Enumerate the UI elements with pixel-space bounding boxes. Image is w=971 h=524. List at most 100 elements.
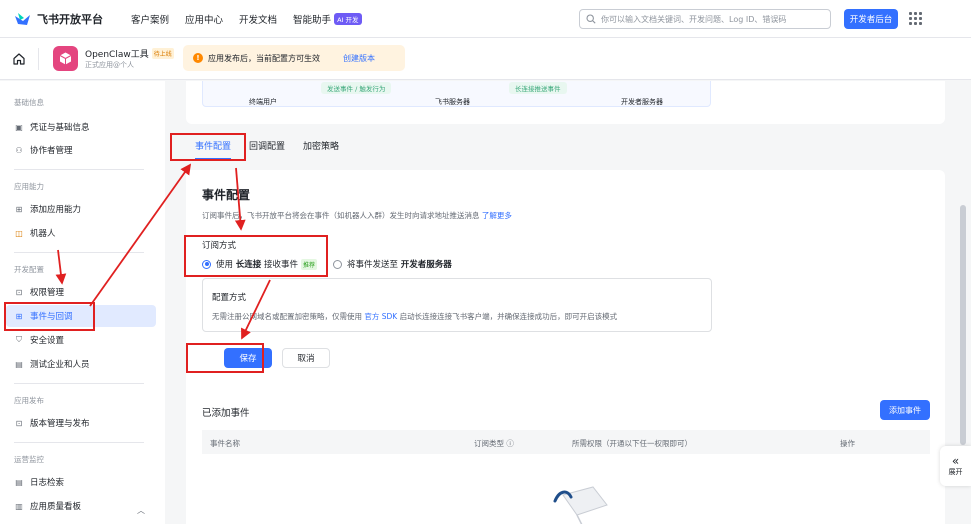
cancel-button[interactable]: 取消 xyxy=(282,348,330,368)
tab-event-config[interactable]: 事件配置 xyxy=(186,138,240,160)
tab-callback-config[interactable]: 回调配置 xyxy=(240,138,294,160)
app-bar: OpenClaw工具 待上线 正式应用@个人 ! 应用发布后，当前配置方可生效 … xyxy=(0,38,971,80)
sidebar-item-label: 添加应用能力 xyxy=(30,205,82,215)
search-input[interactable] xyxy=(601,14,821,24)
card-icon: ▣ xyxy=(15,122,23,132)
add-event-button[interactable]: 添加事件 xyxy=(880,400,930,420)
app-grid-icon[interactable] xyxy=(909,12,922,25)
create-version-link[interactable]: 创建版本 xyxy=(343,53,375,64)
events-table-header: 事件名称 订阅类型 ⓘ 所需权限（开通以下任一权限即可） 操作 xyxy=(202,430,930,454)
config-mode-title: 配置方式 xyxy=(212,293,247,303)
sidebar-group-basic: 基础信息 xyxy=(14,98,44,107)
sidebar-item-label: 事件与回调 xyxy=(30,312,73,322)
radio-dev-server[interactable] xyxy=(332,259,342,269)
sidebar-item-quality-dashboard[interactable]: ▥ 应用质量看板 xyxy=(6,495,156,517)
divider xyxy=(14,383,144,384)
robot-icon: ◫ xyxy=(15,228,23,238)
double-chevron-left-icon: « xyxy=(951,454,960,468)
option-text: 将事件发送至 xyxy=(346,260,398,270)
home-icon[interactable] xyxy=(12,52,26,66)
sidebar-item-events-callbacks[interactable]: ⊞ 事件与回调 xyxy=(6,305,156,327)
sidebar-group-dev-config: 开发配置 xyxy=(14,265,44,274)
diagram-label-end-user: 终端用户 xyxy=(249,98,277,106)
sidebar-item-security[interactable]: ⛉ 安全设置 xyxy=(6,329,156,351)
nav-smart-assistant-label: 智能助手 xyxy=(293,15,332,26)
diagram-flow-1: 发送事件 / 触发行为 xyxy=(321,82,392,94)
divider xyxy=(14,442,144,443)
sidebar-item-collaborators[interactable]: ⚇ 协作者管理 xyxy=(6,139,156,161)
divider xyxy=(14,252,144,253)
lock-icon: ⊡ xyxy=(15,287,23,297)
nav-dev-docs[interactable]: 开发文档 xyxy=(239,12,277,26)
subscription-mode-options: 使用 长连接 接收事件 推荐 将事件发送至 开发者服务器 xyxy=(202,258,452,270)
diagram-label-dev-server: 开发者服务器 xyxy=(621,98,663,106)
sidebar-item-bot[interactable]: ◫ 机器人 xyxy=(6,222,156,244)
option-text: 接收事件 xyxy=(263,260,298,270)
divider xyxy=(38,48,39,70)
expand-panel-button[interactable]: « 展开 xyxy=(940,446,971,486)
warning-icon: ! xyxy=(193,53,203,63)
feishu-logo-icon xyxy=(15,12,30,25)
tab-encryption[interactable]: 加密策略 xyxy=(294,138,348,160)
radio-long-connection[interactable] xyxy=(202,259,211,269)
learn-more-link[interactable]: 了解更多 xyxy=(482,211,512,220)
sidebar-item-logs[interactable]: ▤ 日志检索 xyxy=(6,471,156,493)
top-nav: 客户案例 应用中心 开发文档 智能助手 AI 开发 xyxy=(131,12,362,26)
chevron-up-icon[interactable]: ︿ xyxy=(137,505,145,516)
nav-customer-cases[interactable]: 客户案例 xyxy=(131,12,169,26)
notice-text: 应用发布后，当前配置方可生效 xyxy=(208,53,320,63)
empty-state-illustration-icon xyxy=(553,486,608,524)
app-name[interactable]: OpenClaw工具 待上线 xyxy=(85,47,174,60)
sidebar-item-test-users[interactable]: ▤ 测试企业和人员 xyxy=(6,353,156,375)
main-content: 终端用户 发送事件 / 触发行为 飞书服务器 长连接推送事件 开发者服务器 事件… xyxy=(165,81,971,524)
brand-name: 飞书开放平台 xyxy=(37,13,103,26)
diagram-flow-2: 长连接推送事件 xyxy=(509,82,567,94)
sidebar-item-label: 协作者管理 xyxy=(30,146,73,156)
sidebar-item-add-capability[interactable]: ⊞ 添加应用能力 xyxy=(6,198,156,220)
box-icon xyxy=(59,52,72,65)
scrollbar[interactable] xyxy=(960,205,966,445)
sidebar-item-label: 应用质量看板 xyxy=(30,502,82,512)
app-name-text: OpenClaw工具 xyxy=(85,50,149,60)
sidebar-item-label: 测试企业和人员 xyxy=(30,360,90,370)
sidebar-item-label: 安全设置 xyxy=(30,336,65,346)
expand-label: 展开 xyxy=(948,468,963,476)
event-config-card: 事件配置 订阅事件后，飞书开放平台将会在事件（如机器人入群）发生时向请求地址推送… xyxy=(186,170,945,524)
user-icon: ⚇ xyxy=(15,145,23,155)
diagram-label-feishu-server: 飞书服务器 xyxy=(435,98,470,106)
official-sdk-link[interactable]: 官方 SDK xyxy=(364,312,397,321)
brand-logo[interactable]: 飞书开放平台 xyxy=(14,11,103,27)
option-text-bold: 长连接 xyxy=(235,260,262,270)
developer-console-button[interactable]: 开发者后台 xyxy=(844,9,898,29)
chart-icon: ▥ xyxy=(15,501,23,511)
sidebar-item-label: 版本管理与发布 xyxy=(30,419,90,429)
app-icon xyxy=(53,46,78,71)
config-mode-box: 配置方式 无需注册公网域名或配置加密策略，仅需使用 官方 SDK 启动长连接连接… xyxy=(202,278,712,332)
test-icon: ▤ xyxy=(15,359,23,369)
recommended-badge: 推荐 xyxy=(300,258,317,270)
event-icon: ⊞ xyxy=(15,311,23,321)
nav-app-center[interactable]: 应用中心 xyxy=(185,12,223,26)
column-header: 订阅类型 ⓘ xyxy=(474,439,514,448)
sidebar-item-label: 日志检索 xyxy=(30,478,65,488)
sidebar-item-credentials[interactable]: ▣ 凭证与基础信息 xyxy=(6,116,156,138)
sidebar: 基础信息 ▣ 凭证与基础信息 ⚇ 协作者管理 应用能力 ⊞ 添加应用能力 ◫ 机器人 开… xyxy=(0,81,165,524)
sidebar-item-label: 权限管理 xyxy=(30,288,65,298)
diagram-card: 终端用户 发送事件 / 触发行为 飞书服务器 长连接推送事件 开发者服务器 xyxy=(186,81,945,124)
save-button[interactable]: 保存 xyxy=(224,348,272,368)
nav-smart-assistant[interactable]: 智能助手 AI 开发 xyxy=(293,12,362,26)
option-text: 使用 xyxy=(216,260,234,270)
search-box[interactable] xyxy=(579,9,831,29)
tab-bar: 事件配置 回调配置 加密策略 xyxy=(186,138,348,160)
config-mode-text: 无需注册公网域名或配置加密策略，仅需使用 官方 SDK 启动长连接连接飞书客户端… xyxy=(212,311,617,322)
search-icon xyxy=(586,14,596,24)
mode-text-b: 启动长连接连接飞书客户端，并确保连接成功后，即可开启该模式 xyxy=(399,312,618,321)
app-subtitle: 正式应用@个人 xyxy=(85,61,134,69)
sidebar-item-permissions[interactable]: ⊡ 权限管理 xyxy=(6,281,156,303)
sidebar-group-capabilities: 应用能力 xyxy=(14,182,44,191)
sidebar-group-release: 应用发布 xyxy=(14,396,44,405)
column-header: 操作 xyxy=(840,439,855,448)
shield-icon: ⛉ xyxy=(16,335,22,344)
top-bar: 飞书开放平台 客户案例 应用中心 开发文档 智能助手AI 开发 开发者后台 xyxy=(0,0,971,38)
sidebar-item-versions[interactable]: ⊡ 版本管理与发布 xyxy=(6,412,156,434)
